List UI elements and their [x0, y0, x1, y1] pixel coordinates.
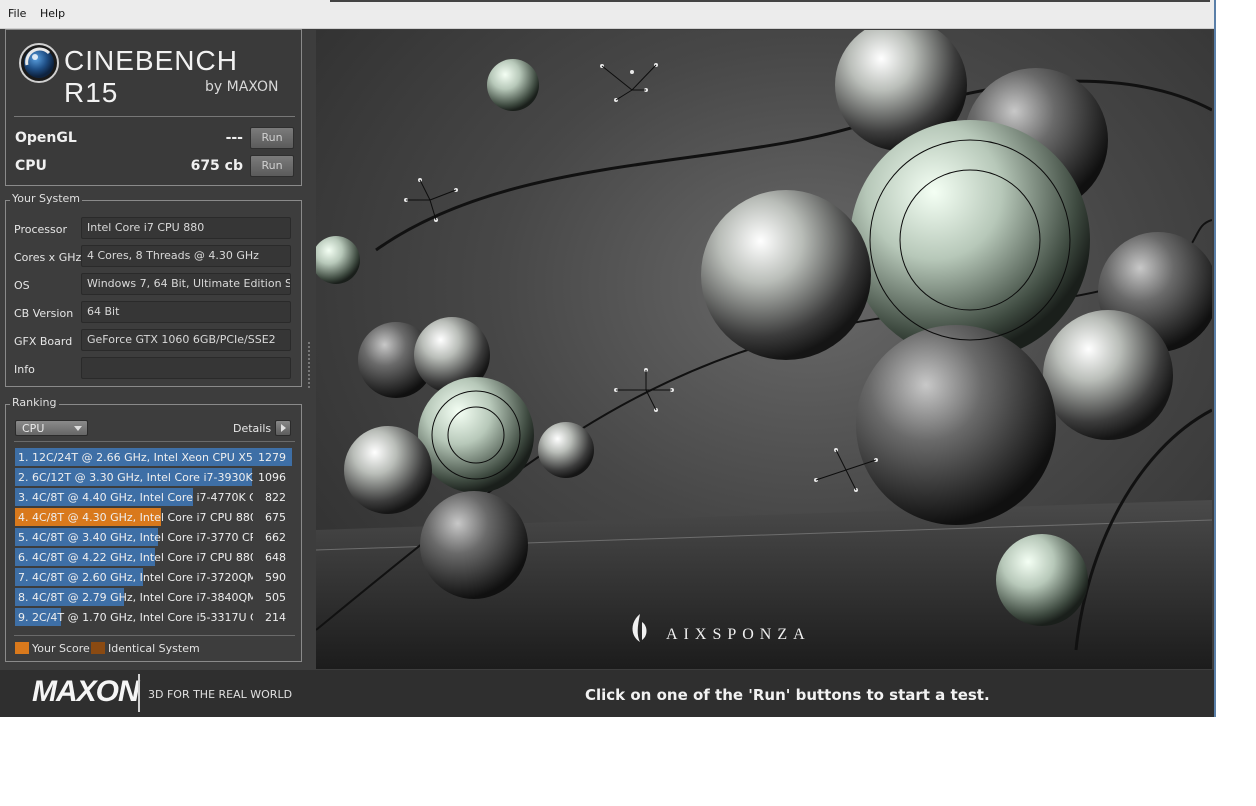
app-subtitle: by MAXON: [205, 79, 279, 95]
ranking-title: Ranking: [10, 396, 59, 409]
ranking-row[interactable]: 2. 6C/12T @ 3.30 GHz, Intel Core i7-3930…: [15, 468, 292, 486]
render-viewport: AIXSPONZA: [316, 30, 1212, 669]
rendered-spheres-image: [316, 30, 1212, 669]
cores-field[interactable]: 4 Cores, 8 Threads @ 4.30 GHz: [81, 245, 291, 267]
ranking-type-select[interactable]: CPU: [15, 420, 88, 436]
ranking-row-score: 590: [265, 571, 286, 584]
divider: [14, 441, 295, 442]
ranking-row[interactable]: 8. 4C/8T @ 2.79 GHz, Intel Core i7-3840Q…: [15, 588, 292, 606]
chevron-down-icon: [74, 426, 82, 431]
ranking-row-text: 7. 4C/8T @ 2.60 GHz, Intel Core i7-3720Q…: [18, 571, 253, 584]
details-label: Details: [233, 422, 272, 435]
info-field[interactable]: [81, 357, 291, 379]
menu-file[interactable]: File: [8, 7, 26, 20]
opengl-label: OpenGL: [15, 130, 77, 146]
cb-version-field[interactable]: 64 Bit: [81, 301, 291, 323]
ranking-row[interactable]: 6. 4C/8T @ 4.22 GHz, Intel Core i7 CPU 8…: [15, 548, 292, 566]
ranking-row-text: 6. 4C/8T @ 4.22 GHz, Intel Core i7 CPU 8…: [18, 551, 253, 564]
aixsponza-leaf-icon: [632, 614, 647, 642]
identical-system-swatch: [91, 642, 105, 654]
ranking-row-score: 214: [265, 611, 286, 624]
ranking-row[interactable]: 5. 4C/8T @ 3.40 GHz, Intel Core i7-3770 …: [15, 528, 292, 546]
ranking-row-score: 505: [265, 591, 286, 604]
ranking-row-text: 3. 4C/8T @ 4.40 GHz, Intel Core i7-4770K…: [18, 491, 253, 504]
status-message: Click on one of the 'Run' buttons to sta…: [585, 686, 990, 704]
ranking-row-score: 1096: [258, 471, 286, 484]
gfx-board-field[interactable]: GeForce GTX 1060 6GB/PCIe/SSE2: [81, 329, 291, 351]
details-button[interactable]: [275, 420, 291, 436]
maxon-logo: MAXON: [32, 675, 140, 708]
cpu-run-button[interactable]: Run: [250, 155, 294, 177]
play-arrow-icon: [281, 424, 286, 432]
ranking-row-text: 5. 4C/8T @ 3.40 GHz, Intel Core i7-3770 …: [18, 531, 253, 544]
ranking-row-score: 648: [265, 551, 286, 564]
ranking-row-score: 822: [265, 491, 286, 504]
ranking-row-your-score[interactable]: 4. 4C/8T @ 4.30 GHz, Intel Core i7 CPU 8…: [15, 508, 292, 526]
processor-label: Processor: [14, 223, 67, 236]
panel-splitter-handle[interactable]: [307, 340, 312, 400]
cinebench-window: File Help CINEBENCH R15 by MAXON OpenGL …: [0, 0, 1216, 717]
cpu-score: 675 cb: [190, 158, 243, 174]
gfx-board-label: GFX Board: [14, 335, 73, 348]
ranking-row-text: 8. 4C/8T @ 2.79 GHz, Intel Core i7-3840Q…: [18, 591, 253, 604]
divider: [138, 674, 140, 712]
title-strip: [330, 0, 1210, 2]
ranking-row-text: 9. 2C/4T @ 1.70 GHz, Intel Core i5-3317U…: [18, 611, 253, 624]
cb-version-label: CB Version: [14, 307, 74, 320]
menu-help[interactable]: Help: [40, 7, 65, 20]
app-title: CINEBENCH R15: [64, 45, 238, 108]
processor-field[interactable]: Intel Core i7 CPU 880: [81, 217, 291, 239]
opengl-score: ---: [225, 130, 243, 146]
ranking-row-score: 1279: [258, 451, 286, 464]
divider: [14, 116, 295, 117]
identical-system-legend: Identical System: [108, 642, 200, 655]
divider: [14, 635, 295, 636]
ranking-row[interactable]: 3. 4C/8T @ 4.40 GHz, Intel Core i7-4770K…: [15, 488, 292, 506]
footer-bar: MAXON 3D FOR THE REAL WORLD Click on one…: [0, 670, 1216, 717]
ranking-row[interactable]: 7. 4C/8T @ 2.60 GHz, Intel Core i7-3720Q…: [15, 568, 292, 586]
os-label: OS: [14, 279, 30, 292]
your-score-legend: Your Score: [32, 642, 90, 655]
os-field[interactable]: Windows 7, 64 Bit, Ultimate Edition Ser: [81, 273, 291, 295]
render-credit: AIXSPONZA: [666, 626, 811, 643]
ranking-row-score: 662: [265, 531, 286, 544]
cores-label: Cores x GHz: [14, 251, 82, 264]
your-system-title: Your System: [10, 192, 82, 205]
ranking-row[interactable]: 9. 2C/4T @ 1.70 GHz, Intel Core i5-3317U…: [15, 608, 292, 626]
menu-bar: File Help: [0, 0, 1216, 29]
info-label: Info: [14, 363, 35, 376]
ranking-row-text: 2. 6C/12T @ 3.30 GHz, Intel Core i7-3930…: [18, 471, 253, 484]
window-border: [1214, 0, 1216, 717]
benchmark-panel: CINEBENCH R15 by MAXON OpenGL --- Run CP…: [5, 29, 302, 186]
cinema4d-logo-icon: [19, 43, 59, 83]
your-system-panel: Your System Processor Intel Core i7 CPU …: [5, 192, 302, 387]
opengl-run-button[interactable]: Run: [250, 127, 294, 149]
ranking-row-text: 4. 4C/8T @ 4.30 GHz, Intel Core i7 CPU 8…: [18, 511, 253, 524]
your-score-swatch: [15, 642, 29, 654]
ranking-type-value: CPU: [22, 422, 45, 435]
ranking-panel: Ranking CPU Details 1. 12C/24T @ 2.66 GH…: [5, 396, 302, 662]
ranking-row[interactable]: 1. 12C/24T @ 2.66 GHz, Intel Xeon CPU X5…: [15, 448, 292, 466]
footer-tagline: 3D FOR THE REAL WORLD: [148, 688, 293, 701]
cpu-label: CPU: [15, 158, 47, 174]
ranking-row-score: 675: [265, 511, 286, 524]
ranking-row-text: 1. 12C/24T @ 2.66 GHz, Intel Xeon CPU X5…: [18, 451, 253, 464]
